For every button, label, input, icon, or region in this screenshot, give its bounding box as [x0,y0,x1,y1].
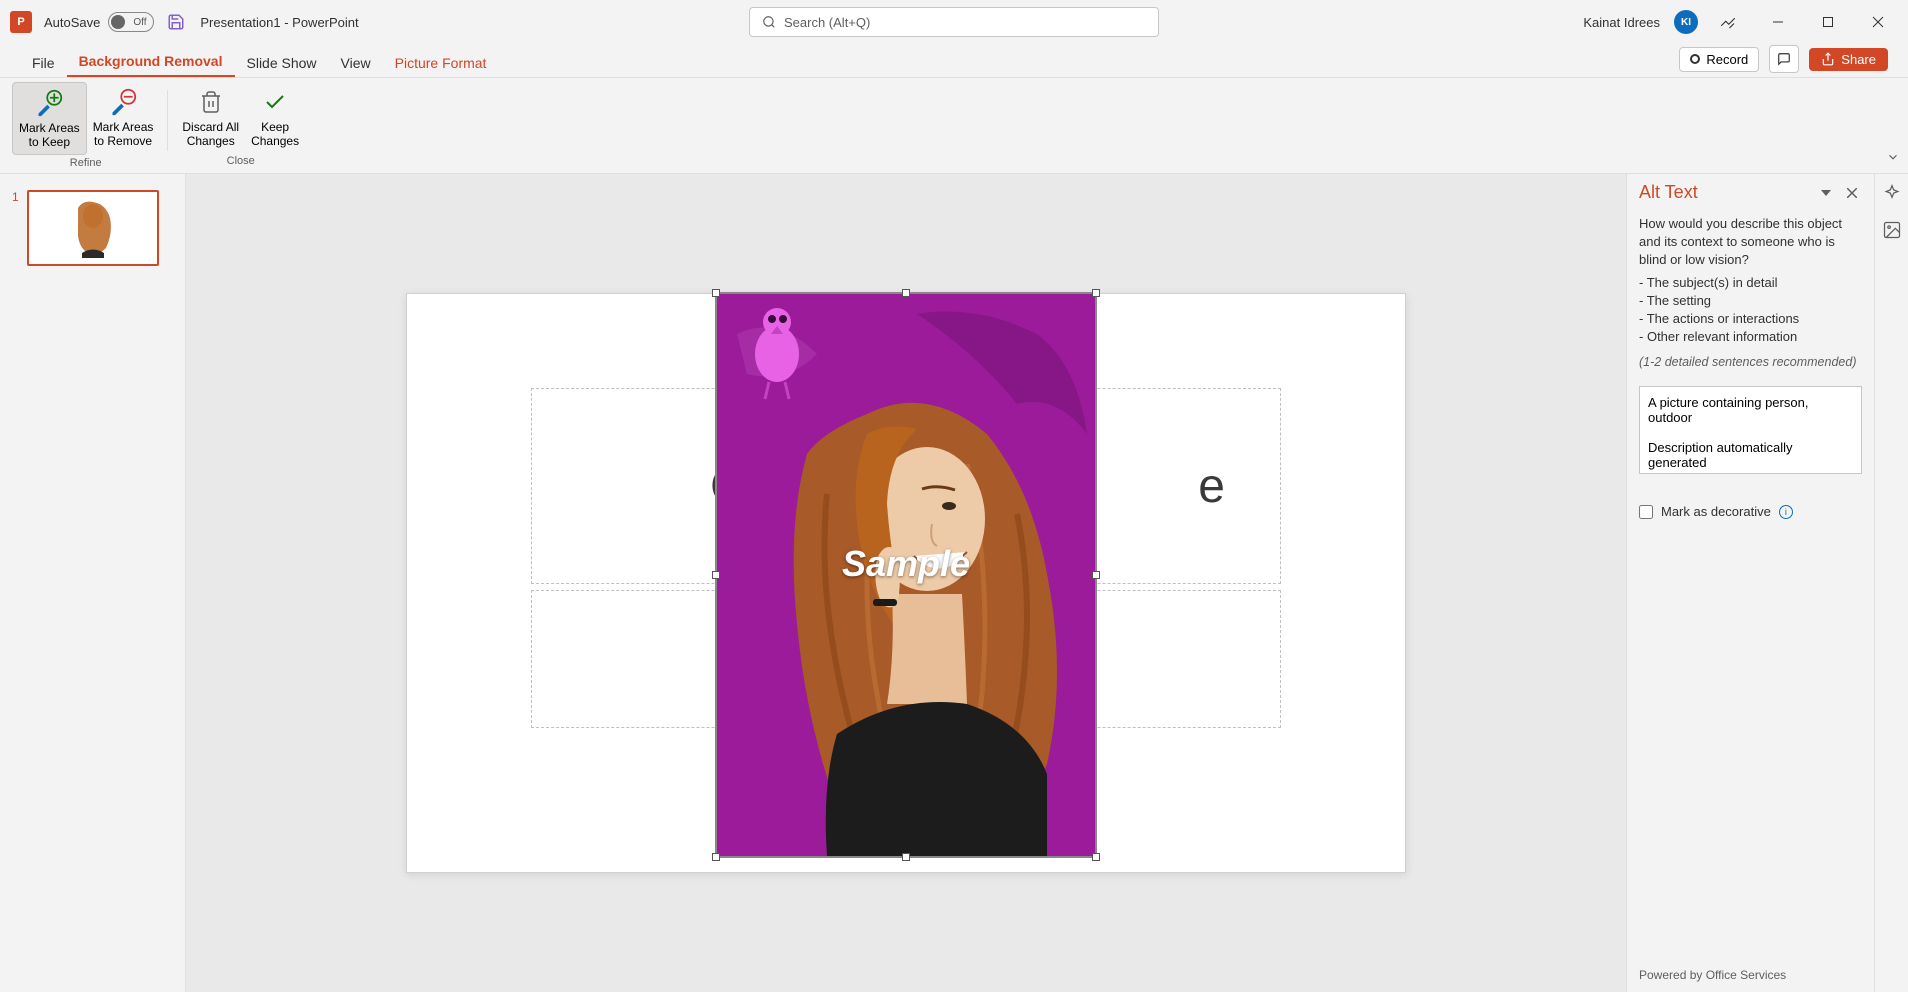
ribbon: Mark Areas to Keep Mark Areas to Remove … [0,78,1908,174]
refine-group-label: Refine [70,155,102,173]
alt-bullet: Other relevant information [1639,328,1862,346]
alt-text-footer: Powered by Office Services [1627,958,1874,992]
resize-handle-br[interactable] [1092,853,1100,861]
image-background-removal-preview: Sample [717,294,1095,856]
slide: C e [406,293,1406,873]
alt-text-question: How would you describe this object and i… [1639,215,1862,270]
powerpoint-app-icon: P [10,11,32,33]
mark-areas-to-keep-button[interactable]: Mark Areas to Keep [12,82,87,155]
panel-options-button[interactable] [1816,183,1836,203]
maximize-button[interactable] [1808,7,1848,37]
resize-handle-l[interactable] [712,571,720,579]
alt-bullet: The actions or interactions [1639,310,1862,328]
mark-remove-label: Mark Areas to Remove [93,120,154,149]
tab-view[interactable]: View [329,49,383,77]
resize-handle-r[interactable] [1092,571,1100,579]
search-icon [762,15,776,29]
ink-button[interactable] [1708,7,1748,37]
autosave-toggle[interactable]: Off [108,12,154,32]
collapse-ribbon-button[interactable] [1886,150,1900,169]
title-bar: P AutoSave Off Presentation1 - PowerPoin… [0,0,1908,44]
pencil-minus-icon [109,86,137,118]
alt-text-hint: (1-2 detailed sentences recommended) [1639,354,1862,372]
keep-label: Keep Changes [251,120,299,149]
search-input[interactable]: Search (Alt+Q) [749,7,1159,37]
user-name: Kainat Idrees [1583,15,1660,30]
main-area: 1 C e [0,174,1908,992]
autosave-label: AutoSave [44,15,100,30]
resize-handle-tl[interactable] [712,289,720,297]
save-button[interactable] [166,12,186,32]
tab-picture-format[interactable]: Picture Format [383,49,499,77]
autosave-state: Off [133,17,146,28]
mark-decorative-label: Mark as decorative [1661,503,1771,521]
designer-icon[interactable] [1880,182,1904,206]
document-title: Presentation1 - PowerPoint [200,15,358,30]
alt-text-title: Alt Text [1639,182,1810,203]
search-placeholder: Search (Alt+Q) [784,15,870,30]
comments-button[interactable] [1769,45,1799,73]
record-dot-icon [1690,54,1700,64]
mark-areas-to-remove-button[interactable]: Mark Areas to Remove [87,82,160,155]
picture-icon[interactable] [1880,218,1904,242]
resize-handle-b[interactable] [902,853,910,861]
trash-icon [199,86,223,118]
minimize-button[interactable] [1758,7,1798,37]
right-rail [1874,174,1908,992]
pencil-plus-icon [35,87,63,119]
close-button[interactable] [1858,7,1898,37]
share-label: Share [1841,52,1876,67]
tab-background-removal[interactable]: Background Removal [67,47,235,77]
mark-decorative-row[interactable]: Mark as decorative i [1639,503,1862,521]
toggle-knob-icon [111,15,125,29]
slide-number: 1 [12,190,19,204]
mark-decorative-checkbox[interactable] [1639,505,1653,519]
record-label: Record [1706,52,1748,67]
checkmark-icon [263,86,287,118]
ribbon-tabs: File Background Removal Slide Show View … [0,44,1908,78]
title-partial-right: e [1198,459,1225,514]
share-button[interactable]: Share [1809,48,1888,71]
resize-handle-bl[interactable] [712,853,720,861]
resize-handle-t[interactable] [902,289,910,297]
alt-text-input[interactable] [1639,386,1862,474]
panel-close-button[interactable] [1842,183,1862,203]
alt-bullet: The subject(s) in detail [1639,274,1862,292]
alt-text-bullet-list: The subject(s) in detail The setting The… [1639,274,1862,347]
mark-keep-label: Mark Areas to Keep [19,121,80,150]
record-button[interactable]: Record [1679,47,1759,72]
user-avatar[interactable]: KI [1674,10,1698,34]
alt-bullet: The setting [1639,292,1862,310]
info-icon[interactable]: i [1779,505,1793,519]
close-group-label: Close [227,153,255,171]
keep-changes-button[interactable]: Keep Changes [245,82,305,153]
selected-image[interactable]: Sample [717,294,1095,856]
alt-text-panel: Alt Text How would you describe this obj… [1626,174,1874,992]
discard-label: Discard All Changes [182,120,239,149]
slide-thumbnail-panel: 1 [0,174,186,992]
ribbon-group-refine: Mark Areas to Keep Mark Areas to Remove … [8,82,163,173]
slide-canvas[interactable]: C e [186,174,1626,992]
tab-slide-show[interactable]: Slide Show [235,49,329,77]
discard-all-changes-button[interactable]: Discard All Changes [176,82,245,153]
ribbon-group-close: Discard All Changes Keep Changes Close [172,82,309,173]
ribbon-separator [167,90,168,151]
slide-thumbnail-1[interactable] [27,190,159,266]
resize-handle-tr[interactable] [1092,289,1100,297]
tab-file[interactable]: File [20,49,67,77]
sample-watermark: Sample [842,543,970,585]
thumb-person-icon [68,198,118,258]
